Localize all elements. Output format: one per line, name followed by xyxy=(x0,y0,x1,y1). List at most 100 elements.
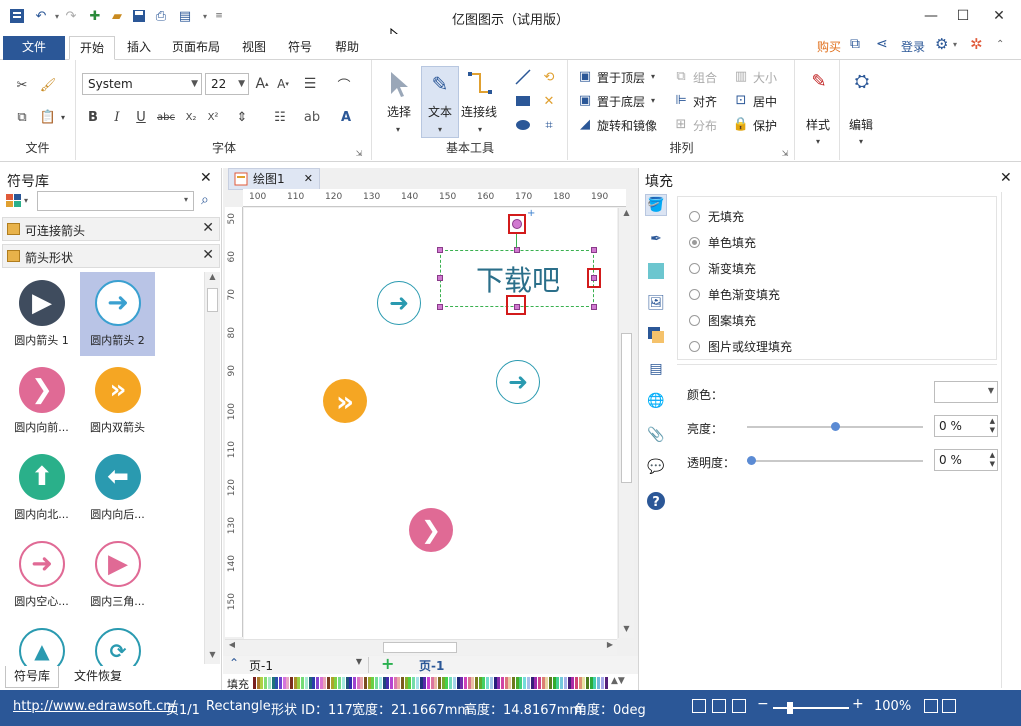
rotate-icon[interactable]: ◢ xyxy=(577,116,593,132)
ellipse-tool-icon[interactable] xyxy=(513,116,533,134)
color-swatch[interactable] xyxy=(345,677,349,689)
increase-font-icon[interactable]: A ▴ xyxy=(252,74,272,94)
document-properties-icon[interactable]: ▤ xyxy=(645,358,667,380)
library-category-arrow-shapes[interactable]: 箭头形状 ✕ xyxy=(2,244,220,268)
color-swatch[interactable] xyxy=(560,677,564,689)
tab-page-layout[interactable]: 页面布局 xyxy=(162,36,230,60)
color-swatch[interactable] xyxy=(282,677,286,689)
color-swatch[interactable] xyxy=(426,677,430,689)
edit-button[interactable]: 编辑 xyxy=(849,116,873,133)
transparency-slider[interactable] xyxy=(747,456,923,465)
scroll-up-icon[interactable]: ▲ xyxy=(205,272,220,286)
color-swatch[interactable] xyxy=(471,677,475,689)
color-swatch[interactable] xyxy=(267,677,271,689)
color-swatch[interactable] xyxy=(393,677,397,689)
resize-handle[interactable] xyxy=(591,304,597,310)
resize-handle[interactable] xyxy=(514,247,520,253)
line-tool-icon[interactable] xyxy=(513,68,533,86)
library-menu-icon[interactable] xyxy=(6,194,22,208)
fill-option[interactable]: 渐变填充 xyxy=(689,260,756,277)
scroll-down-icon[interactable]: ▼ xyxy=(619,624,634,638)
page-tab[interactable]: 页-1 xyxy=(419,657,444,674)
cut-icon[interactable]: ✂ xyxy=(12,76,32,94)
zoom-in-icon[interactable]: + xyxy=(852,696,864,712)
color-swatch[interactable] xyxy=(563,677,567,689)
file-menu[interactable]: 文件 xyxy=(3,36,65,60)
buy-link[interactable]: 购买 xyxy=(817,38,841,58)
fill-option[interactable]: 图片或纹理填充 xyxy=(689,338,792,355)
library-shape[interactable]: ▶ 圆内三角... xyxy=(80,533,155,617)
hyperlink-icon[interactable]: 🌐 xyxy=(645,390,667,412)
scroll-left-icon[interactable]: ◀ xyxy=(225,640,239,655)
color-swatch[interactable] xyxy=(419,677,423,689)
tab-insert[interactable]: 插入 xyxy=(117,36,161,60)
layer-tab-icon[interactable] xyxy=(645,324,667,346)
tab-file-recovery[interactable]: 文件恢复 xyxy=(66,666,130,688)
resize-handle[interactable] xyxy=(591,247,597,253)
library-shape[interactable]: ➜ 圆内箭头 2 xyxy=(80,272,155,356)
color-swatch[interactable] xyxy=(367,677,371,689)
underline-icon[interactable]: U xyxy=(133,108,149,126)
library-menu-dropdown-icon[interactable]: ▾ xyxy=(24,196,28,205)
fit-width-icon[interactable] xyxy=(942,699,956,713)
drawing-page[interactable]: ➜ ➜ » ❯ 下载吧 + xyxy=(244,208,617,639)
radio-button[interactable] xyxy=(689,315,700,326)
color-swatch[interactable] xyxy=(382,677,386,689)
color-swatch[interactable] xyxy=(423,677,427,689)
tab-symbol[interactable]: 符号 xyxy=(278,36,322,60)
text-shape-content[interactable]: 下载吧 xyxy=(441,259,595,299)
style-icon[interactable]: ✎ xyxy=(806,68,832,94)
website-link[interactable]: http://www.edrawsoft.cn/ xyxy=(13,699,176,714)
library-scrollbar[interactable]: ▲ ▼ xyxy=(204,272,220,664)
format-painter-icon[interactable]: 🖌 xyxy=(38,76,58,94)
color-swatch[interactable] xyxy=(508,677,512,689)
color-swatch[interactable] xyxy=(493,677,497,689)
shadow-tab-icon[interactable] xyxy=(645,260,667,282)
canvas-shape-circle-arrow-outline[interactable]: ➜ xyxy=(496,360,540,404)
share-icon[interactable]: ⋖ xyxy=(876,36,888,56)
fill-tab-icon[interactable]: 🪣 xyxy=(645,194,667,216)
color-swatch[interactable] xyxy=(434,677,438,689)
send-back-icon[interactable]: ▣ xyxy=(577,92,593,108)
color-swatch[interactable] xyxy=(415,677,419,689)
transparency-slider-knob[interactable] xyxy=(747,456,756,465)
highlight-icon[interactable]: ab xyxy=(301,108,323,126)
line-tab-icon[interactable]: ✒ xyxy=(645,228,667,250)
color-swatch[interactable] xyxy=(475,677,478,689)
resize-handle[interactable] xyxy=(437,275,443,281)
library-category-connectable-arrows[interactable]: 可连接箭头 ✕ xyxy=(2,217,220,241)
login-link[interactable]: 登录 xyxy=(901,38,925,58)
distribute-button[interactable]: 分布 xyxy=(693,117,717,134)
text-dropdown-icon[interactable]: ▾ xyxy=(435,124,445,134)
transparency-input[interactable]: 0 % ▲ ▼ xyxy=(934,449,998,471)
color-swatch[interactable] xyxy=(567,677,571,689)
view-fullscreen-icon[interactable] xyxy=(732,699,746,713)
canvas-shape-circle-forward[interactable]: ❯ xyxy=(409,508,453,552)
color-swatch[interactable] xyxy=(256,677,260,689)
color-swatch[interactable] xyxy=(253,677,256,689)
canvas-vscroll-thumb[interactable] xyxy=(621,333,632,483)
color-swatch[interactable] xyxy=(445,677,449,689)
align-text-icon[interactable]: ☰ xyxy=(299,74,321,94)
fit-page-icon[interactable] xyxy=(924,699,938,713)
color-swatch[interactable] xyxy=(549,677,552,689)
tab-symbol-library[interactable]: 符号库 xyxy=(5,666,60,688)
color-swatch[interactable] xyxy=(312,677,316,689)
color-swatch[interactable] xyxy=(537,677,541,689)
style-button[interactable]: 样式 xyxy=(806,116,830,133)
scroll-right-icon[interactable]: ▶ xyxy=(603,640,617,655)
bring-front-dropdown-icon[interactable]: ▾ xyxy=(649,70,657,82)
bullets-icon[interactable]: ☷ xyxy=(269,108,291,126)
scroll-down-icon[interactable]: ▼ xyxy=(205,650,220,664)
brightness-slider[interactable] xyxy=(747,422,923,431)
library-scroll-thumb[interactable] xyxy=(207,288,218,312)
bold-icon[interactable]: B xyxy=(85,108,101,126)
attachment-icon[interactable]: 📎 xyxy=(645,424,667,446)
library-shape[interactable]: ⬅ 圆内向后... xyxy=(80,446,155,530)
color-swatch[interactable] xyxy=(552,677,556,689)
library-close-icon[interactable]: ✕ xyxy=(200,170,212,186)
size-button[interactable]: 大小 xyxy=(753,69,777,86)
zoom-out-icon[interactable]: − xyxy=(757,696,769,712)
color-swatch[interactable] xyxy=(449,677,453,689)
strikethrough-icon[interactable]: abc xyxy=(157,108,175,126)
